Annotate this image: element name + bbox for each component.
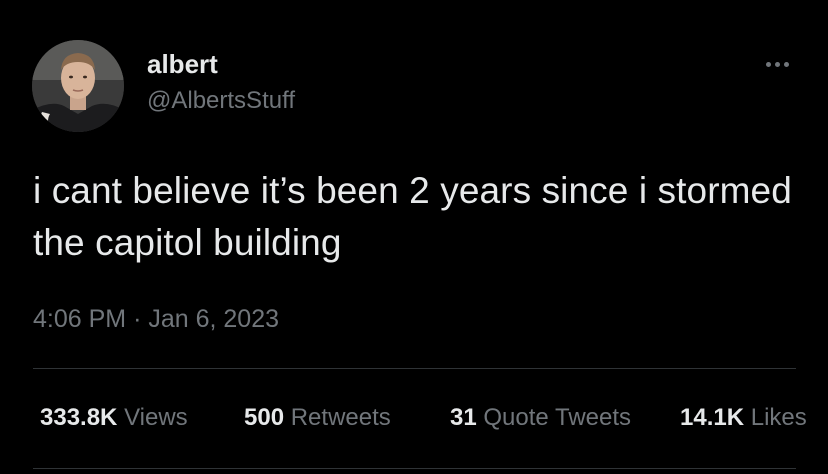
tweet-time[interactable]: 4:06 PM <box>33 305 126 333</box>
divider-top <box>33 368 796 369</box>
quote-tweets-count: 31 <box>450 404 477 431</box>
quote-tweets-stat[interactable]: 31 Quote Tweets <box>450 401 631 435</box>
profile-photo-icon <box>32 40 124 132</box>
tweet-card: albert @AlbertsStuff i cant believe it’s… <box>0 0 828 474</box>
divider-bottom <box>33 468 796 469</box>
author-handle[interactable]: @AlbertsStuff <box>147 86 295 116</box>
likes-label: Likes <box>750 404 807 431</box>
author-avatar[interactable] <box>32 40 124 132</box>
retweets-stat[interactable]: 500 Retweets <box>244 401 391 435</box>
retweets-count: 500 <box>244 404 285 431</box>
more-options-button[interactable] <box>758 52 798 76</box>
views-count: 333.8K <box>40 404 118 431</box>
author-display-name[interactable]: albert <box>147 48 218 80</box>
likes-stat[interactable]: 14.1K Likes <box>680 401 807 435</box>
views-label: Views <box>124 404 188 431</box>
timestamp-separator: · <box>133 305 142 333</box>
more-options-icon <box>766 62 771 67</box>
likes-count: 14.1K <box>680 404 745 431</box>
views-stat[interactable]: 333.8K Views <box>40 401 188 435</box>
retweets-label: Retweets <box>290 404 391 431</box>
tweet-text: i cant believe it’s been 2 years since i… <box>33 170 792 263</box>
quote-tweets-label: Quote Tweets <box>483 404 632 431</box>
tweet-date[interactable]: Jan 6, 2023 <box>148 305 279 333</box>
tweet-timestamp: 4:06 PM · Jan 6, 2023 <box>33 302 279 336</box>
more-options-icon <box>775 62 780 67</box>
more-options-icon <box>784 62 789 67</box>
